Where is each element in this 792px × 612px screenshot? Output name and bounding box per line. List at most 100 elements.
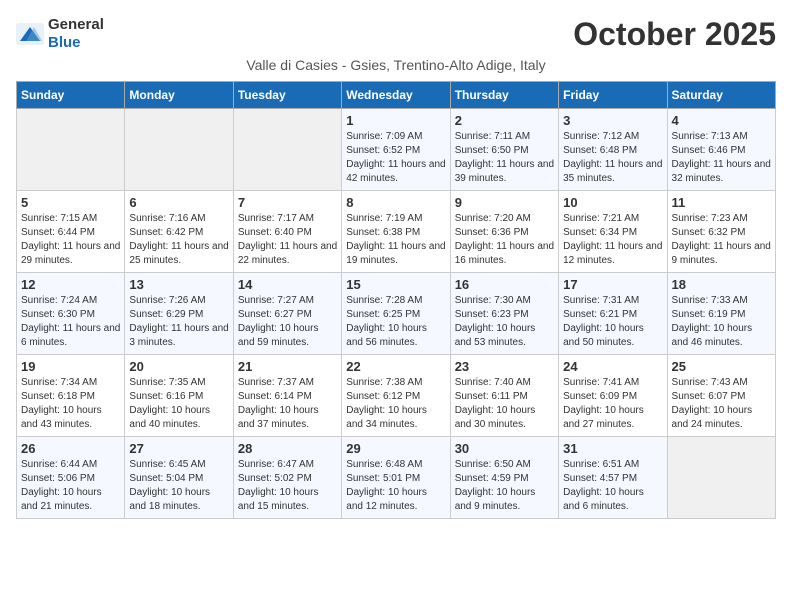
day-info: Sunrise: 7:21 AMSunset: 6:34 PMDaylight:…: [563, 212, 662, 268]
day-info: Sunrise: 7:09 AMSunset: 6:52 PMDaylight:…: [346, 130, 445, 186]
calendar-cell: [233, 109, 341, 191]
day-number: 7: [238, 195, 337, 210]
day-info: Sunrise: 7:26 AMSunset: 6:29 PMDaylight:…: [129, 294, 228, 350]
calendar-cell: [17, 109, 125, 191]
day-info: Sunrise: 7:37 AMSunset: 6:14 PMDaylight:…: [238, 376, 337, 432]
calendar-cell: 28 Sunrise: 6:47 AMSunset: 5:02 PMDayligh…: [233, 437, 341, 519]
day-info: Sunrise: 7:40 AMSunset: 6:11 PMDaylight:…: [455, 376, 554, 432]
day-number: 2: [455, 113, 554, 128]
day-info: Sunrise: 6:51 AMSunset: 4:57 PMDaylight:…: [563, 458, 662, 514]
calendar-cell: 12Sunrise: 7:24 AMSunset: 6:30 PMDayligh…: [17, 273, 125, 355]
day-number: 28: [238, 441, 337, 456]
day-info: Sunrise: 7:17 AMSunset: 6:40 PMDaylight:…: [238, 212, 337, 268]
day-number: 26: [21, 441, 120, 456]
day-number: 15: [346, 277, 445, 292]
day-info: Sunrise: 6:48 AMSunset: 5:01 PMDaylight:…: [346, 458, 445, 514]
day-info: Sunrise: 7:12 AMSunset: 6:48 PMDaylight:…: [563, 130, 662, 186]
day-number: 24: [563, 359, 662, 374]
calendar-cell: 8 Sunrise: 7:19 AMSunset: 6:38 PMDaylight…: [342, 191, 450, 273]
calendar-week-3: 12Sunrise: 7:24 AMSunset: 6:30 PMDayligh…: [17, 273, 776, 355]
day-number: 20: [129, 359, 228, 374]
calendar-cell: 27 Sunrise: 6:45 AMSunset: 5:04 PMDayligh…: [125, 437, 233, 519]
calendar-cell: [125, 109, 233, 191]
calendar-week-4: 19Sunrise: 7:34 AMSunset: 6:18 PMDayligh…: [17, 355, 776, 437]
calendar-cell: 29Sunrise: 6:48 AMSunset: 5:01 PMDayligh…: [342, 437, 450, 519]
day-number: 4: [672, 113, 771, 128]
day-number: 22: [346, 359, 445, 374]
calendar-cell: 17 Sunrise: 7:31 AMSunset: 6:21 PMDayligh…: [559, 273, 667, 355]
day-number: 9: [455, 195, 554, 210]
logo: General Blue: [16, 16, 104, 52]
calendar-cell: 26 Sunrise: 6:44 AMSunset: 5:06 PMDayligh…: [17, 437, 125, 519]
calendar-cell: 2 Sunrise: 7:11 AMSunset: 6:50 PMDaylight…: [450, 109, 558, 191]
calendar-cell: [667, 437, 775, 519]
day-number: 13: [129, 277, 228, 292]
calendar-cell: 20 Sunrise: 7:35 AMSunset: 6:16 PMDayligh…: [125, 355, 233, 437]
calendar-cell: 24 Sunrise: 7:41 AMSunset: 6:09 PMDayligh…: [559, 355, 667, 437]
month-title: October 2025: [573, 16, 776, 53]
calendar-cell: 25Sunrise: 7:43 AMSunset: 6:07 PMDayligh…: [667, 355, 775, 437]
day-number: 18: [672, 277, 771, 292]
calendar-cell: 9 Sunrise: 7:20 AMSunset: 6:36 PMDaylight…: [450, 191, 558, 273]
calendar-cell: 1 Sunrise: 7:09 AMSunset: 6:52 PMDaylight…: [342, 109, 450, 191]
logo-text: General Blue: [48, 16, 104, 52]
day-info: Sunrise: 7:31 AMSunset: 6:21 PMDaylight:…: [563, 294, 662, 350]
calendar-cell: 6Sunrise: 7:16 AMSunset: 6:42 PMDaylight…: [125, 191, 233, 273]
day-number: 16: [455, 277, 554, 292]
day-number: 19: [21, 359, 120, 374]
calendar-cell: 13 Sunrise: 7:26 AMSunset: 6:29 PMDayligh…: [125, 273, 233, 355]
logo-blue: Blue: [48, 34, 81, 51]
col-tuesday: Tuesday: [233, 82, 341, 109]
logo-general: General: [48, 16, 104, 33]
calendar-cell: 4 Sunrise: 7:13 AMSunset: 6:46 PMDaylight…: [667, 109, 775, 191]
calendar-cell: 3Sunrise: 7:12 AMSunset: 6:48 PMDaylight…: [559, 109, 667, 191]
day-info: Sunrise: 7:38 AMSunset: 6:12 PMDaylight:…: [346, 376, 445, 432]
calendar-cell: 10 Sunrise: 7:21 AMSunset: 6:34 PMDayligh…: [559, 191, 667, 273]
calendar-week-1: 1 Sunrise: 7:09 AMSunset: 6:52 PMDaylight…: [17, 109, 776, 191]
day-info: Sunrise: 7:35 AMSunset: 6:16 PMDaylight:…: [129, 376, 228, 432]
day-info: Sunrise: 7:16 AMSunset: 6:42 PMDaylight:…: [129, 212, 228, 268]
calendar-week-2: 5Sunrise: 7:15 AMSunset: 6:44 PMDaylight…: [17, 191, 776, 273]
day-info: Sunrise: 7:41 AMSunset: 6:09 PMDaylight:…: [563, 376, 662, 432]
calendar-cell: 31 Sunrise: 6:51 AMSunset: 4:57 PMDayligh…: [559, 437, 667, 519]
day-number: 12: [21, 277, 120, 292]
page-header: General Blue October 2025: [16, 16, 776, 53]
day-number: 17: [563, 277, 662, 292]
title-area: October 2025: [573, 16, 776, 53]
day-number: 21: [238, 359, 337, 374]
day-info: Sunrise: 7:27 AMSunset: 6:27 PMDaylight:…: [238, 294, 337, 350]
day-number: 1: [346, 113, 445, 128]
day-number: 10: [563, 195, 662, 210]
day-info: Sunrise: 7:19 AMSunset: 6:38 PMDaylight:…: [346, 212, 445, 268]
day-number: 14: [238, 277, 337, 292]
day-info: Sunrise: 6:45 AMSunset: 5:04 PMDaylight:…: [129, 458, 228, 514]
day-info: Sunrise: 7:33 AMSunset: 6:19 PMDaylight:…: [672, 294, 771, 350]
calendar-cell: 23 Sunrise: 7:40 AMSunset: 6:11 PMDayligh…: [450, 355, 558, 437]
calendar-cell: 14 Sunrise: 7:27 AMSunset: 6:27 PMDayligh…: [233, 273, 341, 355]
day-info: Sunrise: 7:11 AMSunset: 6:50 PMDaylight:…: [455, 130, 554, 186]
calendar-cell: 19Sunrise: 7:34 AMSunset: 6:18 PMDayligh…: [17, 355, 125, 437]
calendar-cell: 11Sunrise: 7:23 AMSunset: 6:32 PMDayligh…: [667, 191, 775, 273]
day-info: Sunrise: 6:44 AMSunset: 5:06 PMDaylight:…: [21, 458, 120, 514]
day-number: 31: [563, 441, 662, 456]
calendar-table: Sunday Monday Tuesday Wednesday Thursday…: [16, 81, 776, 519]
day-info: Sunrise: 7:13 AMSunset: 6:46 PMDaylight:…: [672, 130, 771, 186]
day-info: Sunrise: 7:43 AMSunset: 6:07 PMDaylight:…: [672, 376, 771, 432]
day-info: Sunrise: 7:15 AMSunset: 6:44 PMDaylight:…: [21, 212, 120, 268]
day-info: Sunrise: 7:20 AMSunset: 6:36 PMDaylight:…: [455, 212, 554, 268]
col-monday: Monday: [125, 82, 233, 109]
calendar-cell: 16Sunrise: 7:30 AMSunset: 6:23 PMDayligh…: [450, 273, 558, 355]
day-number: 8: [346, 195, 445, 210]
day-info: Sunrise: 6:50 AMSunset: 4:59 PMDaylight:…: [455, 458, 554, 514]
day-number: 27: [129, 441, 228, 456]
col-sunday: Sunday: [17, 82, 125, 109]
day-number: 11: [672, 195, 771, 210]
day-number: 30: [455, 441, 554, 456]
calendar-cell: 21 Sunrise: 7:37 AMSunset: 6:14 PMDayligh…: [233, 355, 341, 437]
calendar-week-5: 26 Sunrise: 6:44 AMSunset: 5:06 PMDayligh…: [17, 437, 776, 519]
calendar-cell: 5Sunrise: 7:15 AMSunset: 6:44 PMDaylight…: [17, 191, 125, 273]
day-number: 23: [455, 359, 554, 374]
day-info: Sunrise: 7:28 AMSunset: 6:25 PMDaylight:…: [346, 294, 445, 350]
day-info: Sunrise: 6:47 AMSunset: 5:02 PMDaylight:…: [238, 458, 337, 514]
header-row: Sunday Monday Tuesday Wednesday Thursday…: [17, 82, 776, 109]
